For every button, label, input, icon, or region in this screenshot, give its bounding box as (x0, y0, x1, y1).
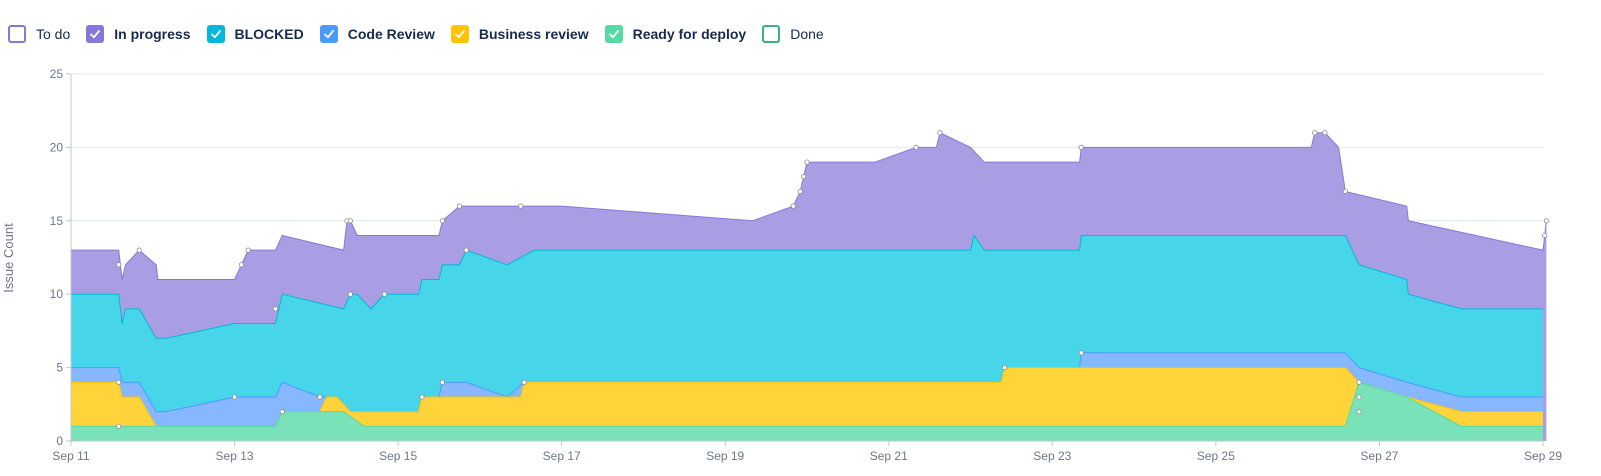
y-tick-label: 10 (50, 287, 64, 301)
data-point-marker[interactable] (245, 247, 251, 253)
data-point-marker[interactable] (116, 423, 122, 429)
data-point-marker[interactable] (347, 291, 354, 297)
cumulative-flow-chart: 0 5 10 15 20 25 Sep 11 Sep 13 Sep 15 Sep 17 Sep 19… (1, 67, 1562, 463)
data-point-marker[interactable] (790, 203, 796, 209)
data-point-marker[interactable] (797, 188, 803, 195)
data-point-marker[interactable] (439, 218, 446, 224)
data-point-marker[interactable] (1542, 232, 1548, 239)
data-point-marker[interactable] (913, 144, 919, 150)
data-point-marker[interactable] (1543, 218, 1550, 224)
x-tick-label: Sep 21 (870, 449, 908, 463)
y-tick-label: 0 (56, 434, 63, 448)
data-point-marker[interactable] (381, 291, 388, 297)
data-point-marker[interactable] (279, 409, 285, 415)
data-point-marker[interactable] (419, 394, 425, 400)
data-point-marker[interactable] (1356, 394, 1362, 400)
x-tick-label: Sep 13 (216, 449, 254, 463)
data-point-marker[interactable] (439, 379, 446, 385)
y-tick-label: 15 (50, 214, 64, 228)
data-point-marker[interactable] (238, 262, 244, 268)
data-point-marker[interactable] (136, 247, 142, 253)
x-tick-label: Sep 27 (1360, 449, 1398, 463)
y-tick-label: 20 (50, 140, 64, 154)
data-point-marker[interactable] (317, 394, 323, 400)
data-point-marker[interactable] (1356, 409, 1362, 415)
x-tick-label: Sep 15 (379, 449, 417, 463)
x-tick-label: Sep 19 (706, 449, 744, 463)
x-tick-label: Sep 11 (52, 449, 89, 463)
data-point-marker[interactable] (116, 379, 122, 385)
data-point-marker[interactable] (347, 218, 354, 224)
data-point-marker[interactable] (116, 262, 122, 268)
data-point-marker[interactable] (231, 394, 238, 400)
data-point-marker[interactable] (1078, 144, 1084, 150)
stacked-areas (71, 131, 1547, 441)
data-point-marker[interactable] (272, 306, 279, 312)
x-tick-label: Sep 17 (543, 449, 581, 463)
x-tick-label: Sep 29 (1524, 449, 1562, 463)
data-point-marker[interactable] (804, 159, 810, 165)
data-point-marker[interactable] (1002, 364, 1008, 371)
data-point-marker[interactable] (1312, 130, 1318, 136)
data-point-marker[interactable] (800, 174, 807, 180)
y-tick-label: 25 (50, 67, 64, 81)
data-point-marker[interactable] (937, 130, 943, 136)
data-point-marker[interactable] (1342, 188, 1348, 195)
data-point-marker[interactable] (456, 203, 463, 209)
data-point-marker[interactable] (1078, 350, 1084, 356)
x-tick-label: Sep 23 (1033, 449, 1071, 463)
data-point-marker[interactable] (1356, 379, 1362, 385)
y-axis-title: Issue Count (1, 223, 16, 293)
y-tick-label: 5 (56, 361, 63, 375)
data-point-marker[interactable] (463, 247, 469, 253)
data-point-marker[interactable] (518, 203, 524, 209)
x-tick-label: Sep 25 (1197, 449, 1235, 463)
data-point-marker[interactable] (1322, 130, 1328, 136)
data-point-marker[interactable] (521, 379, 527, 385)
